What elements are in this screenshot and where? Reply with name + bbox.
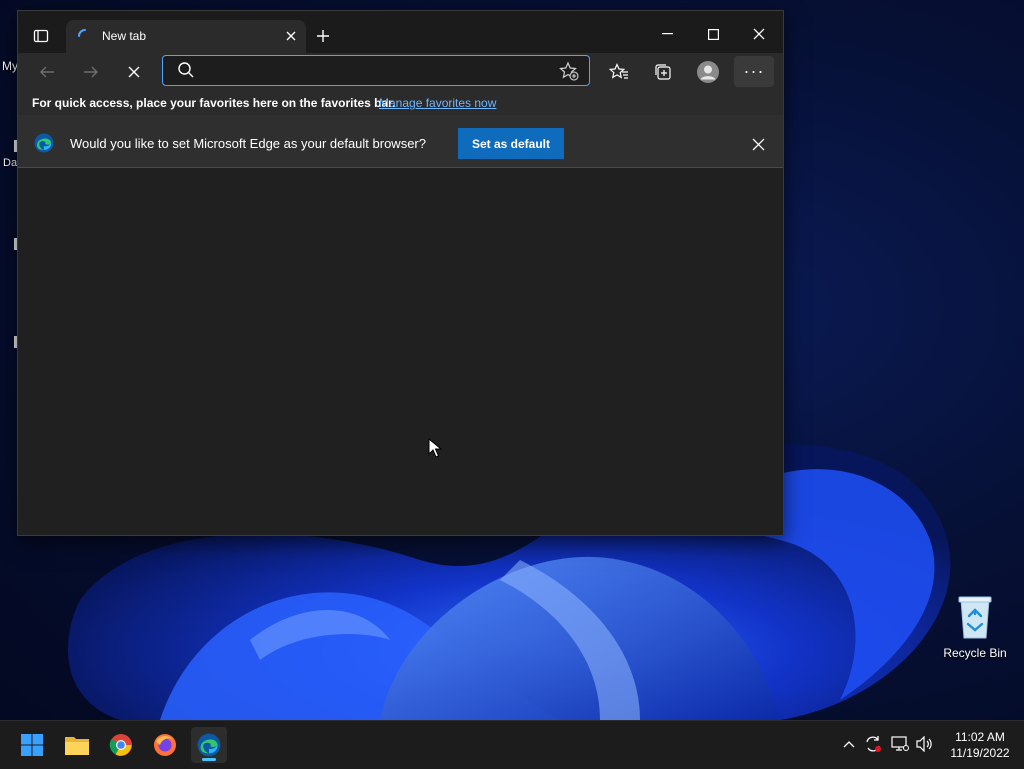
network-button[interactable]: [889, 733, 911, 755]
mouse-cursor-icon: [428, 438, 442, 458]
add-favorite-icon[interactable]: [559, 61, 579, 81]
favorites-bar-hint: For quick access, place your favorites h…: [32, 96, 396, 110]
file-explorer-button[interactable]: [59, 727, 95, 763]
page-content: [18, 168, 783, 535]
dismiss-infobar-icon[interactable]: [749, 135, 767, 153]
minimize-icon: [661, 33, 673, 35]
active-app-indicator: [202, 758, 216, 761]
title-bar: New tab: [18, 11, 783, 53]
recycle-bin[interactable]: Recycle Bin: [940, 594, 1010, 660]
address-input[interactable]: [203, 60, 547, 82]
new-tab-button[interactable]: [312, 25, 334, 47]
clock-date: 11/19/2022: [950, 746, 1010, 760]
chrome-button[interactable]: [103, 727, 139, 763]
settings-and-more-button[interactable]: ···: [734, 56, 774, 87]
manage-favorites-link[interactable]: Manage favorites now: [379, 96, 496, 110]
avatar-icon: [697, 61, 719, 83]
profile-button[interactable]: [693, 57, 723, 87]
plus-icon: [317, 30, 329, 42]
desktop-icon-label[interactable]: My: [2, 59, 18, 73]
show-hidden-icons-button[interactable]: [838, 733, 860, 755]
chrome-icon: [109, 734, 132, 756]
system-clock[interactable]: 11:02 AM 11/19/2022: [940, 729, 1020, 761]
favorites-button[interactable]: [604, 57, 634, 87]
edge-browser-window: New tab ··· For quick access, place your…: [17, 10, 784, 536]
favorites-star-icon: [609, 63, 628, 79]
network-icon: [891, 736, 909, 751]
clock-time: 11:02 AM: [955, 730, 1005, 744]
chevron-up-icon: [843, 741, 855, 748]
collections-button[interactable]: [648, 57, 678, 87]
firefox-icon: [154, 734, 176, 756]
edge-taskbar-button[interactable]: [191, 727, 227, 763]
desktop-icon-label[interactable]: Da: [3, 157, 17, 169]
minimize-button[interactable]: [644, 19, 690, 49]
start-button[interactable]: [14, 727, 50, 763]
edge-logo-icon: [34, 133, 54, 153]
speaker-icon: [916, 736, 932, 752]
firefox-button[interactable]: [147, 727, 183, 763]
close-icon: [753, 28, 765, 40]
address-bar[interactable]: [162, 55, 590, 86]
more-icon: ···: [743, 61, 765, 81]
tab-title: New tab: [102, 29, 147, 43]
close-window-button[interactable]: [736, 19, 782, 49]
tab-actions-icon[interactable]: [28, 23, 54, 49]
arrow-left-icon: [40, 66, 54, 78]
recycle-bin-icon: [955, 594, 995, 640]
close-tab-icon[interactable]: [282, 27, 300, 45]
stop-loading-button[interactable]: [119, 57, 149, 87]
stop-icon: [128, 66, 140, 78]
back-button[interactable]: [32, 57, 62, 87]
maximize-button[interactable]: [690, 19, 736, 49]
infobar-message: Would you like to set Microsoft Edge as …: [70, 136, 426, 151]
taskbar: 11:02 AM 11/19/2022: [0, 720, 1024, 769]
loading-spinner-icon: [78, 29, 86, 37]
recycle-bin-label: Recycle Bin: [943, 646, 1007, 660]
forward-button[interactable]: [76, 57, 106, 87]
favorites-bar: For quick access, place your favorites h…: [18, 91, 783, 115]
collections-icon: [655, 64, 671, 80]
sync-status-button[interactable]: [862, 733, 884, 755]
volume-button[interactable]: [914, 733, 936, 755]
edge-icon: [197, 733, 221, 757]
start-icon: [21, 734, 43, 756]
sync-icon: [866, 736, 881, 752]
arrow-right-icon: [84, 66, 98, 78]
navigation-toolbar: ···: [18, 53, 783, 91]
search-icon: [178, 62, 194, 78]
file-explorer-icon: [65, 737, 89, 755]
maximize-icon: [707, 28, 719, 40]
tab-new-tab[interactable]: New tab: [66, 20, 306, 53]
set-as-default-button[interactable]: Set as default: [458, 128, 564, 159]
default-browser-infobar: Would you like to set Microsoft Edge as …: [18, 115, 783, 168]
